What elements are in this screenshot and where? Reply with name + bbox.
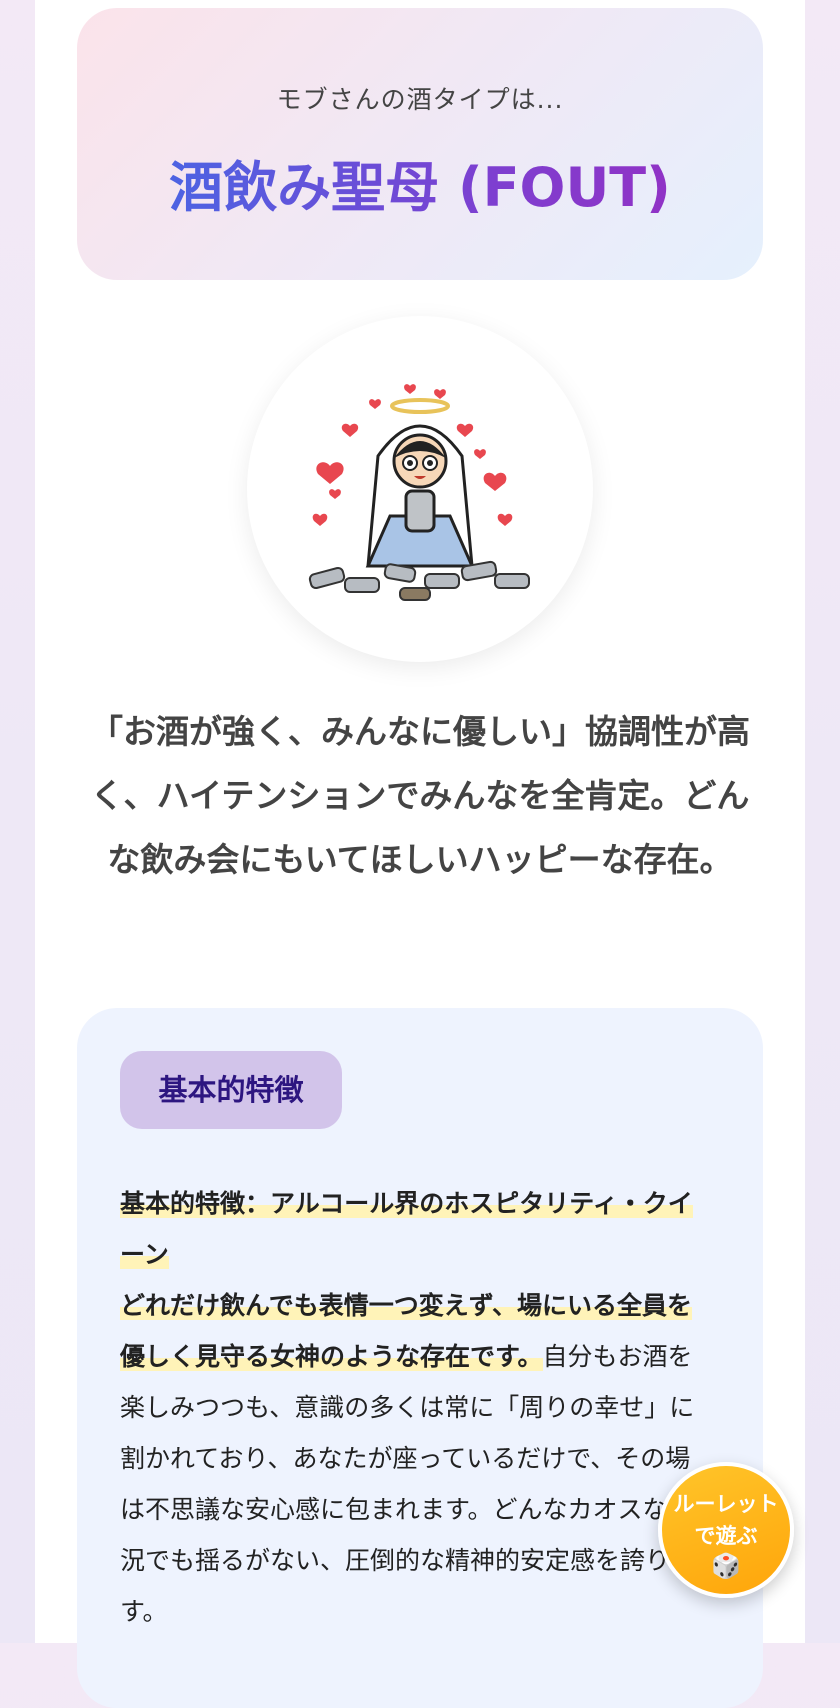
feature-highlight-title: 基本的特徴：アルコール界のホスピタリティ・クイーン — [120, 1189, 693, 1269]
roulette-button-label: ルーレットで遊ぶ — [673, 1492, 779, 1548]
result-subtitle: モブさんの酒タイプは... — [276, 85, 564, 114]
madonna-illustration-icon — [308, 384, 530, 601]
type-description: 「お酒が強く、みんなに優しい」協調性が高く、ハイテンションでみんなを全肯定。どん… — [90, 712, 750, 879]
result-header: モブさんの酒タイプは... 酒飲み聖母 (FOUT) — [77, 8, 763, 280]
feature-text: 基本的特徴：アルコール界のホスピタリティ・クイーン どれだけ飲んでも表情一つ変えず… — [120, 1178, 710, 1637]
roulette-button[interactable]: ルーレットで遊ぶ 🎲 — [658, 1462, 794, 1598]
avatar — [247, 316, 593, 662]
feature-body: 自分もお酒を楽しみつつも、意識の多くは常に「周りの幸せ」に割かれており、あなたが… — [120, 1342, 696, 1626]
dice-icon: 🎲 — [711, 1552, 741, 1580]
feature-tag: 基本的特徴 — [120, 1051, 342, 1129]
result-title: 酒飲み聖母 (FOUT) — [77, 158, 763, 218]
feature-section: 基本的特徴 基本的特徴：アルコール界のホスピタリティ・クイーン どれだけ飲んでも表… — [77, 1008, 763, 1708]
